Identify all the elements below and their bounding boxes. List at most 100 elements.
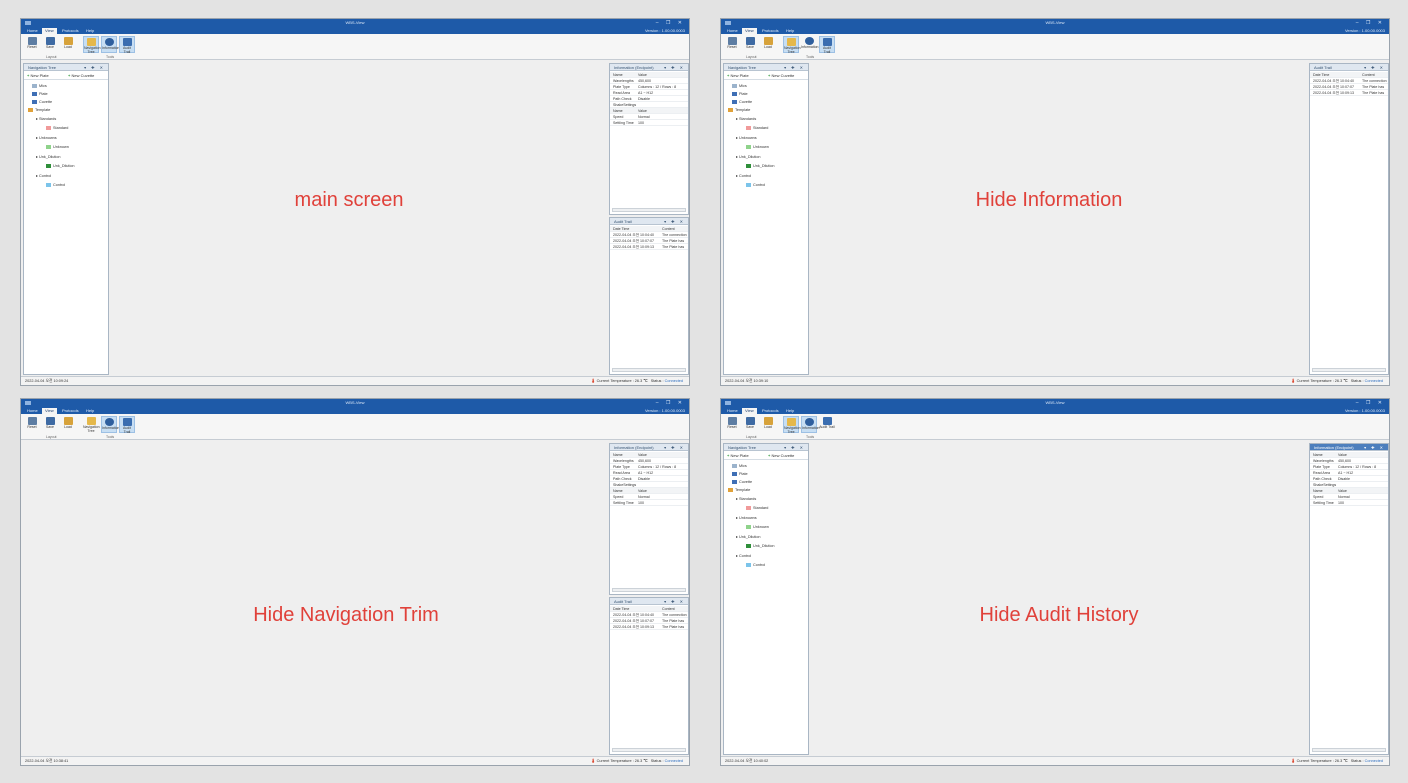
- horizontal-scrollbar[interactable]: [612, 748, 686, 752]
- horizontal-scrollbar[interactable]: [612, 368, 686, 372]
- new-cuvette-button[interactable]: + New Cuvette: [68, 73, 94, 78]
- tree-item-standard[interactable]: Standard: [46, 126, 68, 131]
- information-panel: Information (Endpoint) ▾ ✚ ✕ Name Value Wa…: [1309, 443, 1389, 755]
- audit-row: 2022-04-04 오전 10:09:13 The Plate has: [1310, 90, 1388, 96]
- tree-item-unk-dilution-group[interactable]: ▸ Unk_Dilution: [736, 155, 761, 160]
- tree-item-plate[interactable]: Plate: [732, 472, 748, 477]
- save-button[interactable]: Save: [742, 36, 758, 53]
- ribbon: Reset Save Load Navigation Tree Informat…: [721, 414, 1389, 440]
- load-icon: [63, 417, 73, 425]
- navigation-tree-button[interactable]: Navigation Tree: [783, 36, 801, 54]
- information-header: Information (Endpoint) ▾ ✚ ✕: [1310, 444, 1388, 451]
- tree-item-cuvette[interactable]: Cuvette: [732, 480, 752, 485]
- title-bar: WBS-View – ❐ ✕: [21, 399, 689, 407]
- audit-row: 2022-04-04 오전 10:09:13 The Plate has: [610, 624, 688, 630]
- ribbon: Reset Save Load Navigation Tree Informat…: [21, 414, 689, 440]
- new-cuvette-button[interactable]: + New Cuvette: [768, 73, 794, 78]
- tree-item-unk-dilution[interactable]: Unk_Dilution: [746, 164, 775, 169]
- load-button[interactable]: Load: [760, 36, 776, 53]
- information-icon: [104, 38, 114, 46]
- status-bar: 2022-04-04 오전 10:39:10 🌡 Current Tempera…: [721, 376, 1389, 385]
- tree-item-standards[interactable]: ▸ Standards: [736, 117, 756, 122]
- horizontal-scrollbar[interactable]: [1312, 748, 1386, 752]
- reset-icon: [727, 37, 737, 45]
- tree-item-unk-dilution-group[interactable]: ▸ Unk_Dilution: [36, 155, 61, 160]
- horizontal-scrollbar[interactable]: [612, 208, 686, 212]
- new-plate-button[interactable]: + New Plate: [27, 73, 49, 78]
- save-button[interactable]: Save: [742, 416, 758, 433]
- audit-trail-icon: [122, 38, 132, 46]
- title-bar: WBS-View – ❐ ✕: [21, 19, 689, 27]
- tree-item-template[interactable]: Template: [728, 108, 750, 113]
- new-plate-button[interactable]: + New Plate: [727, 73, 749, 78]
- version-label: Version : 1.00.00.0003: [644, 408, 685, 413]
- navigation-buttons: + New Plate + New Cuvette: [724, 451, 808, 460]
- tree-item-unknowns[interactable]: ▸ Unknowns: [736, 136, 757, 141]
- navigation-tree-button[interactable]: Navigation Tree: [783, 416, 801, 434]
- tree-item-plate[interactable]: Plate: [32, 92, 48, 97]
- panel-pins[interactable]: ▾ ✚ ✕: [84, 64, 105, 71]
- window-controls[interactable]: – ❐ ✕: [1356, 19, 1385, 27]
- tree-item-plate[interactable]: Plate: [732, 92, 748, 97]
- save-button[interactable]: Save: [42, 36, 58, 53]
- tree-item-unk-dilution-group[interactable]: ▸ Unk_Dilution: [736, 535, 761, 540]
- save-button[interactable]: Save: [42, 416, 58, 433]
- audit-trail-button[interactable]: Audit Trail: [819, 416, 835, 433]
- tree-item-cuvette[interactable]: Cuvette: [732, 100, 752, 105]
- information-button[interactable]: Information: [801, 416, 820, 433]
- tree-item-control-group[interactable]: ▸ Control: [36, 174, 51, 179]
- horizontal-scrollbar[interactable]: [612, 588, 686, 592]
- tree-item-control[interactable]: Control: [746, 183, 765, 188]
- window-title: WBS-View: [345, 400, 365, 405]
- tree-item-unk-dilution[interactable]: Unk_Dilution: [46, 164, 75, 169]
- tree-item-mics[interactable]: Mics: [732, 464, 747, 469]
- window-controls[interactable]: – ❐ ✕: [656, 19, 685, 27]
- tree-item-unk-dilution[interactable]: Unk_Dilution: [746, 544, 775, 549]
- tree-item-template[interactable]: Template: [728, 488, 750, 493]
- new-plate-button[interactable]: + New Plate: [727, 453, 749, 458]
- tree-item-control-group[interactable]: ▸ Control: [736, 174, 751, 179]
- load-button[interactable]: Load: [760, 416, 776, 433]
- load-button[interactable]: Load: [60, 36, 76, 53]
- tree-item-unknown[interactable]: Unknown: [46, 145, 69, 150]
- tree-item-control[interactable]: Control: [46, 183, 65, 188]
- tree-item-unknown[interactable]: Unknown: [746, 525, 769, 530]
- tree-item-standards[interactable]: ▸ Standards: [36, 117, 56, 122]
- tree-item-unknowns[interactable]: ▸ Unknowns: [36, 136, 57, 141]
- thermometer-icon: 🌡: [1290, 759, 1296, 763]
- horizontal-scrollbar[interactable]: [1312, 368, 1386, 372]
- audit-trail-button[interactable]: Audit Trail: [819, 36, 835, 54]
- tree-item-mics[interactable]: Mics: [32, 84, 47, 89]
- information-icon: [104, 418, 114, 426]
- reset-button[interactable]: Reset: [24, 36, 40, 53]
- audit-header: Audit Trail ▾ ✚ ✕: [610, 598, 688, 605]
- tree-item-control-group[interactable]: ▸ Control: [736, 554, 751, 559]
- tree-item-standards[interactable]: ▸ Standards: [736, 497, 756, 502]
- audit-trail-button[interactable]: Audit Trail: [119, 416, 135, 434]
- tree-item-mics[interactable]: Mics: [732, 84, 747, 89]
- information-grid: Name Value Wavelengths 450,600 Plate Type C…: [610, 72, 688, 126]
- tree-item-template[interactable]: Template: [28, 108, 50, 113]
- tree-item-standard[interactable]: Standard: [746, 126, 768, 131]
- tree-item-control[interactable]: Control: [746, 563, 765, 568]
- new-cuvette-button[interactable]: + New Cuvette: [768, 453, 794, 458]
- reset-button[interactable]: Reset: [724, 36, 740, 53]
- caption-hide-information: Hide Information: [975, 189, 1123, 211]
- information-button[interactable]: Information: [101, 416, 120, 433]
- group-layout: Layout: [746, 55, 757, 59]
- reset-button[interactable]: Reset: [24, 416, 40, 433]
- navigation-tree-button[interactable]: Navigation Tree: [83, 416, 100, 433]
- load-button[interactable]: Load: [60, 416, 76, 433]
- audit-trail-button[interactable]: Audit Trail: [119, 36, 135, 54]
- tree-item-unknowns[interactable]: ▸ Unknowns: [736, 516, 757, 521]
- information-button[interactable]: Information: [801, 36, 819, 53]
- tree-item-cuvette[interactable]: Cuvette: [32, 100, 52, 105]
- reset-button[interactable]: Reset: [724, 416, 740, 433]
- navigation-tree-button[interactable]: Navigation Tree: [83, 36, 101, 54]
- tree-item-unknown[interactable]: Unknown: [746, 145, 769, 150]
- tree-item-standard[interactable]: Standard: [746, 506, 768, 511]
- window-controls[interactable]: – ❐ ✕: [1356, 399, 1385, 407]
- group-tools: Tools: [806, 55, 815, 59]
- information-button[interactable]: Information: [101, 36, 120, 53]
- window-controls[interactable]: – ❐ ✕: [656, 399, 685, 407]
